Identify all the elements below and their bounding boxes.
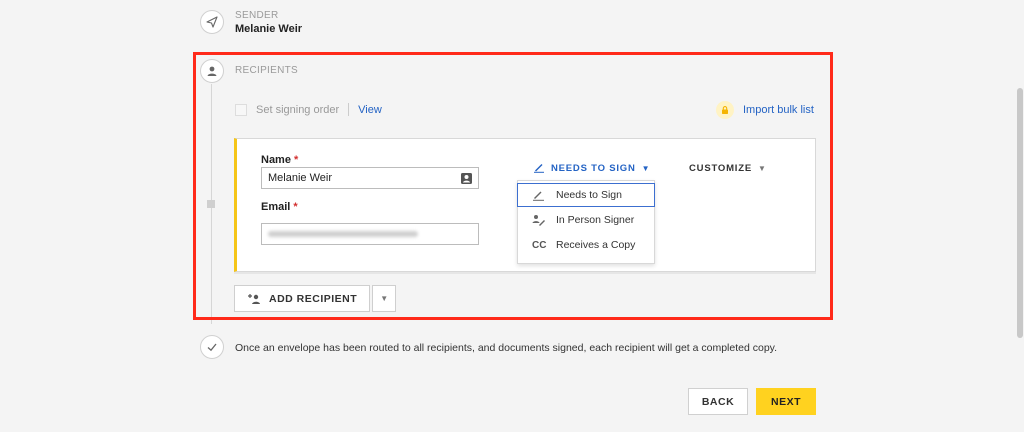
scrollbar-thumb[interactable] xyxy=(1017,88,1023,338)
sender-name: Melanie Weir xyxy=(235,23,303,35)
completion-message: Once an envelope has been routed to all … xyxy=(235,342,778,354)
back-button[interactable]: BACK xyxy=(688,388,748,415)
check-icon xyxy=(200,335,224,359)
sender-section-label: SENDER xyxy=(235,10,279,21)
highlight-frame xyxy=(193,52,833,320)
next-button[interactable]: NEXT xyxy=(756,388,816,415)
send-icon xyxy=(200,10,224,34)
